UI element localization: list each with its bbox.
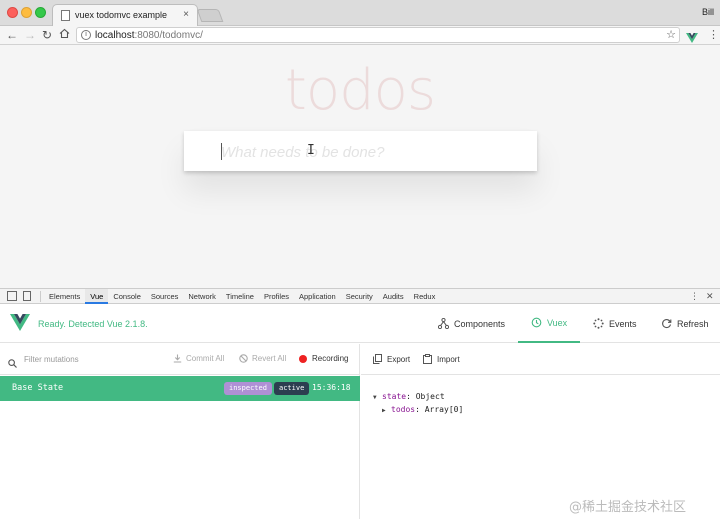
active-badge: active (274, 382, 310, 395)
commit-all-button[interactable]: Commit All (173, 354, 224, 363)
browser-titlebar: vuex todomvc example × Bill (0, 0, 720, 26)
filter-mutations-input[interactable] (24, 352, 164, 367)
devtools-tab-vue[interactable]: Vue (85, 289, 109, 304)
state-inspector-pane: Export Import ▼ state: Object ▶ todos: Arra… (361, 344, 720, 519)
browser-toolbar: ← → ↻ i localhost:8080/todomvc/ ☆ ⋮ (0, 26, 720, 45)
new-tab-button[interactable] (196, 9, 224, 22)
history-icon (531, 317, 542, 328)
text-caret (221, 143, 222, 160)
devtools-separator (40, 291, 41, 302)
commit-all-label: Commit All (186, 354, 225, 363)
devtools-tab-bar: Elements Vue Console Sources Network Timeline… (0, 289, 720, 304)
tree-colon: : (415, 405, 425, 414)
vue-logo-icon (10, 314, 30, 336)
address-bar[interactable]: i localhost:8080/todomvc/ ☆ (76, 27, 680, 43)
tab-title: vuex todomvc example (75, 10, 168, 20)
device-toolbar-icon[interactable] (23, 291, 31, 301)
revert-all-button[interactable]: Revert All (239, 354, 286, 363)
refresh-label: Refresh (677, 318, 709, 329)
minimize-window-button[interactable] (21, 7, 32, 18)
close-window-button[interactable] (7, 7, 18, 18)
text-cursor-icon: I (307, 143, 315, 158)
revert-all-label: Revert All (252, 354, 287, 363)
home-icon[interactable] (59, 28, 70, 42)
clipboard-icon (423, 354, 432, 364)
tree-value: Array[0] (424, 405, 464, 414)
devtools-close-icon[interactable]: ✕ (706, 289, 714, 304)
tree-key: state (382, 392, 407, 401)
mutations-pane: Commit All Revert All Recording Base Sta… (0, 344, 360, 519)
state-toolbar: Export Import (361, 344, 720, 375)
page-title: todos (284, 58, 436, 123)
events-tab[interactable]: Events (593, 304, 637, 343)
components-tab-label: Components (454, 318, 506, 329)
devtools-tab-redux[interactable]: Redux (409, 289, 441, 304)
vuex-tab[interactable]: Vuex (518, 304, 580, 343)
base-state-row[interactable]: Base State inspected active 15:36:18 (0, 376, 360, 401)
forward-arrow-icon[interactable]: → (24, 28, 36, 42)
copy-icon (373, 354, 382, 364)
devtools-tab-application[interactable]: Application (294, 289, 341, 304)
new-todo-input[interactable] (221, 141, 521, 163)
devtools-tab-sources[interactable]: Sources (146, 289, 184, 304)
tree-node-todos[interactable]: ▶ todos: Array[0] (373, 403, 463, 416)
bookmark-star-icon[interactable]: ☆ (666, 28, 676, 41)
devtools-tab-network[interactable]: Network (183, 289, 221, 304)
export-button[interactable]: Export (373, 354, 410, 364)
new-todo-container: I (184, 131, 537, 171)
reload-icon[interactable]: ↻ (42, 28, 52, 42)
back-arrow-icon[interactable]: ← (6, 28, 18, 42)
devtools-tabs: Elements Vue Console Sources Network Timeline… (44, 289, 440, 304)
devtools-tab-elements[interactable]: Elements (44, 289, 85, 304)
import-button[interactable]: Import (423, 354, 460, 364)
tab-close-icon[interactable]: × (183, 9, 189, 20)
browser-tab[interactable]: vuex todomvc example × (52, 4, 198, 26)
components-icon (438, 318, 449, 329)
maximize-window-button[interactable] (35, 7, 46, 18)
devtools-tab-console[interactable]: Console (108, 289, 146, 304)
todomvc-page: todos I (0, 45, 720, 288)
caret-down-icon[interactable]: ▼ (373, 391, 382, 404)
export-label: Export (387, 354, 411, 364)
devtools-panel: Elements Vue Console Sources Network Timeline… (0, 288, 720, 519)
state-name: Base State (12, 383, 64, 393)
tree-value: Object (415, 392, 445, 401)
vuex-tab-label: Vuex (547, 317, 568, 328)
devtools-tab-profiles[interactable]: Profiles (259, 289, 294, 304)
inspected-badge: inspected (224, 382, 272, 395)
import-label: Import (437, 354, 460, 364)
block-icon (239, 354, 248, 363)
tree-key: todos (391, 405, 416, 414)
url-text: localhost:8080/todomvc/ (95, 30, 203, 41)
vue-devtools-header: Ready. Detected Vue 2.1.8. Components Vu… (0, 304, 720, 343)
devtools-tab-audits[interactable]: Audits (378, 289, 409, 304)
page-icon (61, 10, 70, 21)
state-tree: ▼ state: Object ▶ todos: Array[0] (373, 390, 463, 416)
info-icon[interactable]: i (81, 30, 91, 40)
watermark: @稀土掘金技术社区 (569, 500, 687, 515)
profile-name[interactable]: Bill (702, 7, 714, 17)
mutations-toolbar: Commit All Revert All Recording (0, 344, 360, 375)
devtools-more-icon[interactable]: ⋮ (690, 289, 699, 304)
recording-toggle[interactable]: Recording (299, 354, 348, 363)
record-dot-icon (299, 354, 307, 363)
components-tab[interactable]: Components (438, 304, 505, 343)
devtools-tab-timeline[interactable]: Timeline (221, 289, 259, 304)
events-icon (593, 318, 604, 329)
tree-node-state[interactable]: ▼ state: Object (373, 390, 463, 403)
recording-label: Recording (312, 354, 349, 363)
events-tab-label: Events (609, 318, 637, 329)
caret-right-icon[interactable]: ▶ (382, 404, 391, 417)
tree-colon: : (406, 392, 416, 401)
devtools-tab-security[interactable]: Security (341, 289, 378, 304)
refresh-icon (662, 319, 672, 329)
download-icon (173, 354, 182, 363)
search-icon (8, 355, 17, 373)
state-timestamp: 15:36:18 (312, 383, 351, 392)
vue-detected-status: Ready. Detected Vue 2.1.8. (38, 319, 148, 329)
inspect-element-icon[interactable] (7, 291, 17, 301)
refresh-button[interactable]: Refresh (661, 304, 709, 343)
browser-menu-icon[interactable]: ⋮ (708, 28, 719, 41)
